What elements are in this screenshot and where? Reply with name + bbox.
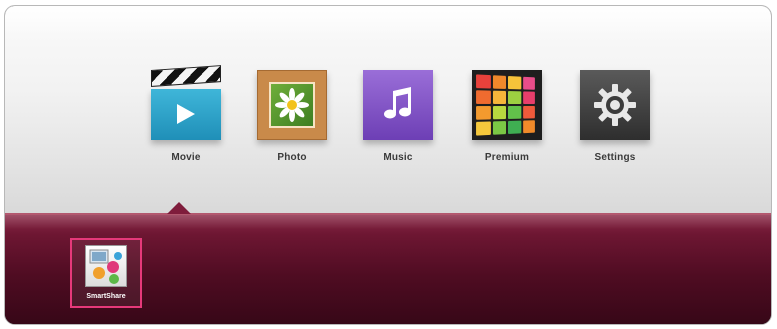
- menu-item-premium[interactable]: Premium: [462, 70, 552, 163]
- menu-item-music[interactable]: Music: [353, 70, 443, 163]
- tv-home-screen: Movie Photo Music Premium Settings Smart…: [4, 5, 772, 325]
- movie-clapperboard-icon: [151, 65, 221, 140]
- menu-label-premium: Premium: [484, 152, 530, 163]
- premium-grid-icon: [472, 70, 542, 140]
- smartshare-icon: [85, 245, 127, 287]
- menu-label-photo: Photo: [277, 152, 307, 163]
- smartshare-label: SmartShare: [86, 293, 126, 300]
- menu-label-movie: Movie: [171, 152, 201, 163]
- menu-item-photo[interactable]: Photo: [247, 70, 337, 163]
- menu-label-settings: Settings: [594, 152, 636, 163]
- selection-pointer: [167, 202, 191, 214]
- music-note-icon: [363, 70, 433, 140]
- menu-label-music: Music: [383, 152, 413, 163]
- menu-item-movie[interactable]: Movie: [141, 65, 231, 163]
- main-menu-panel: Movie Photo Music Premium Settings: [5, 6, 771, 214]
- menu-item-settings[interactable]: Settings: [570, 70, 660, 163]
- gear-icon: [580, 70, 650, 140]
- photo-frame-icon: [257, 70, 327, 140]
- sub-menu-item-smartshare[interactable]: SmartShare: [70, 238, 142, 308]
